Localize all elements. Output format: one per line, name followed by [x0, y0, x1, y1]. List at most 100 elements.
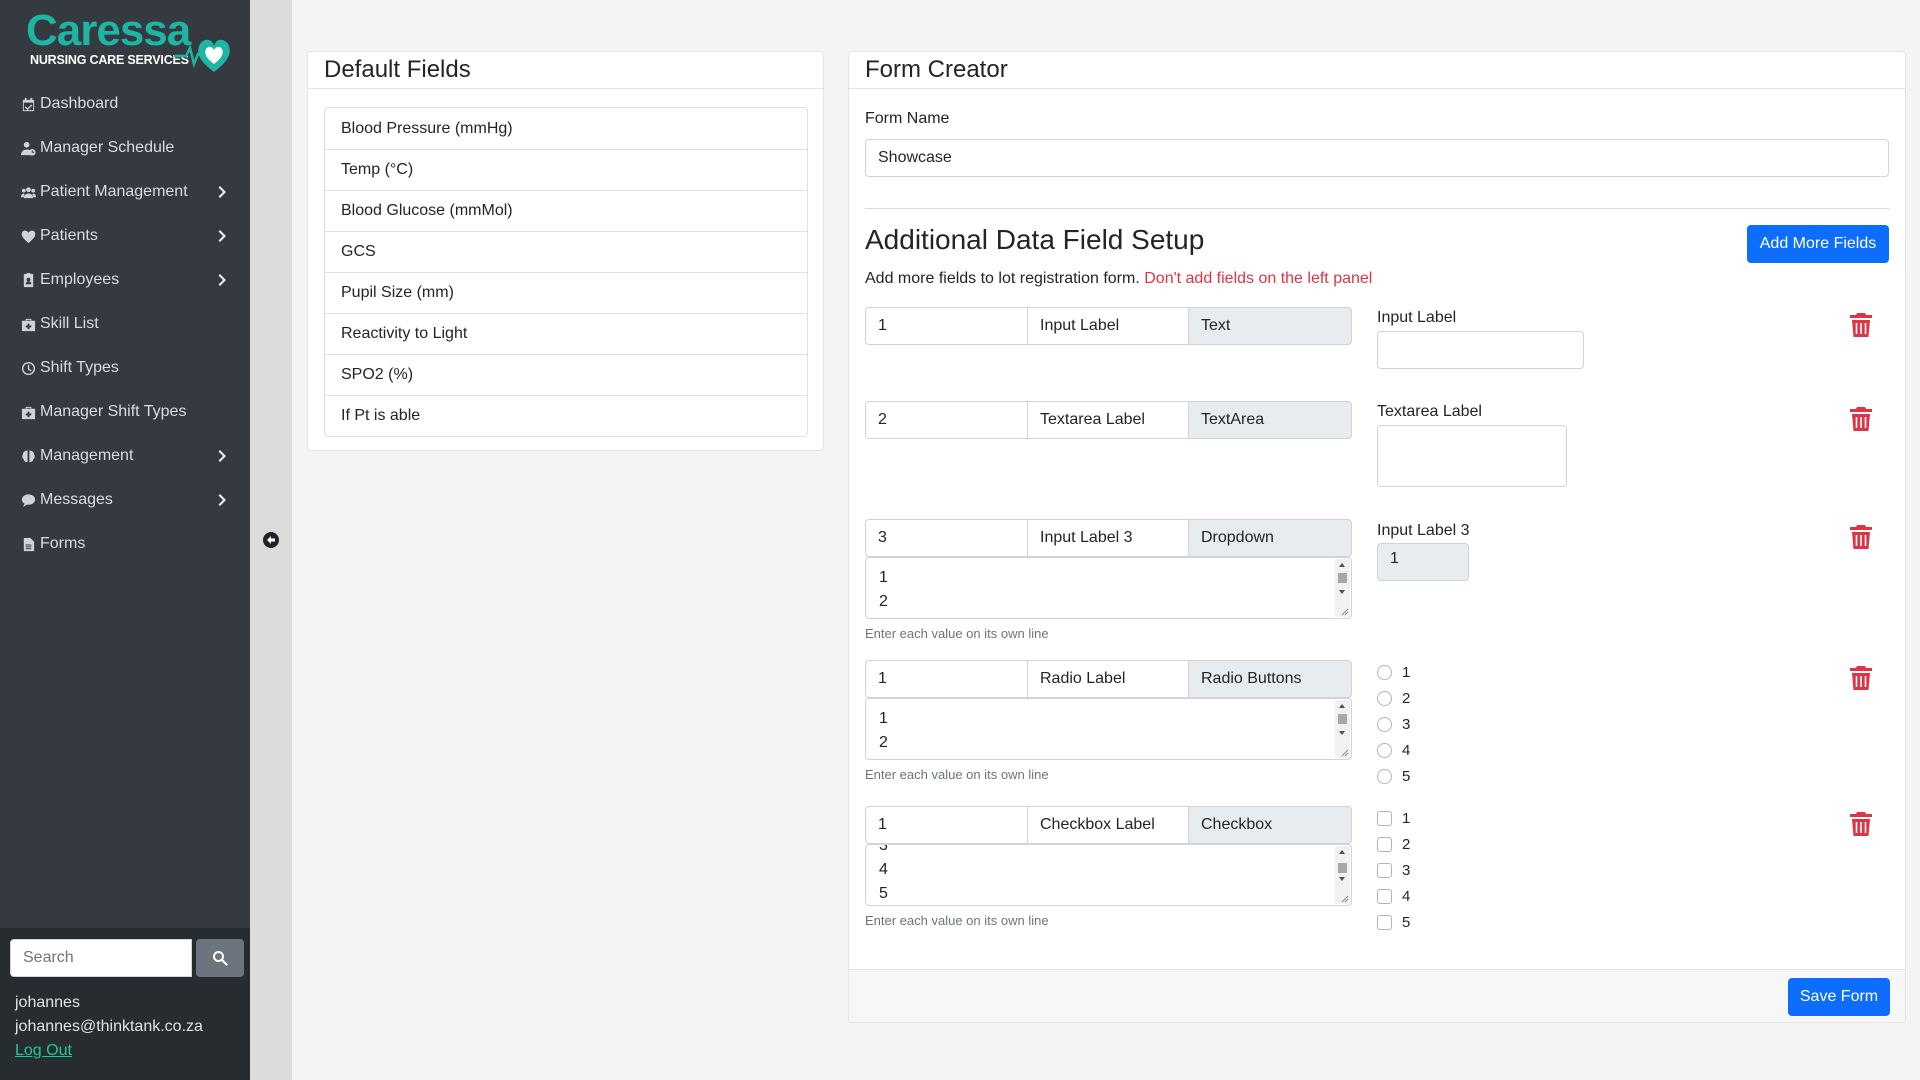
form-name-input[interactable] [865, 139, 1889, 177]
save-form-button[interactable]: Save Form [1788, 978, 1890, 1016]
checkbox-label: 3 [1402, 861, 1411, 879]
delete-field-5-button[interactable] [1849, 811, 1873, 837]
checkbox-label: 4 [1402, 887, 1411, 905]
brand-name: Caressa [26, 6, 191, 55]
preview-checkbox[interactable]: 3 [1377, 860, 1410, 880]
preview-checkbox[interactable]: 1 [1377, 808, 1410, 828]
sidebar-item-label: Patients [40, 227, 98, 244]
option-line: 1 [879, 710, 888, 727]
sidebar-nav: Dashboard Manager Schedule Patient Manag… [0, 82, 250, 566]
search-button[interactable] [196, 939, 244, 977]
radio-icon[interactable] [1377, 690, 1392, 706]
field-type-select[interactable]: TextArea [1188, 401, 1352, 439]
field-type-select[interactable]: Checkbox [1188, 806, 1352, 844]
delete-field-2-button[interactable] [1849, 406, 1873, 432]
sidebar-item-label: Messages [40, 491, 113, 508]
preview-radio[interactable]: 4 [1377, 740, 1410, 760]
sidebar-item-skill-list[interactable]: Skill List [0, 302, 250, 346]
field-label-input[interactable]: Radio Label [1027, 660, 1189, 698]
chevron-right-icon [218, 229, 230, 243]
preview-radio[interactable]: 2 [1377, 688, 1410, 708]
checkbox-icon[interactable] [1377, 862, 1392, 878]
list-item: If Pt is able [325, 395, 807, 436]
sidebar-item-label: Dashboard [40, 95, 119, 112]
radio-icon[interactable] [1377, 768, 1392, 784]
checkbox-icon[interactable] [1377, 810, 1392, 826]
field-label-input[interactable]: Checkbox Label [1027, 806, 1189, 844]
medkit-icon [20, 316, 36, 332]
delete-field-4-button[interactable] [1849, 665, 1873, 691]
field-type-select[interactable]: Radio Buttons [1188, 660, 1352, 698]
preview-radio[interactable]: 5 [1377, 766, 1410, 786]
field-order-input[interactable]: 2 [865, 401, 1028, 439]
clock-icon [20, 360, 36, 376]
preview-checkbox[interactable]: 4 [1377, 886, 1410, 906]
sidebar-item-shift-types[interactable]: Shift Types [0, 346, 250, 390]
collapse-sidebar-button[interactable] [263, 532, 279, 548]
field-order-input[interactable]: 3 [865, 519, 1028, 557]
preview-text-input[interactable] [1377, 331, 1584, 369]
field-order-input[interactable]: 1 [865, 307, 1028, 345]
field-type-select[interactable]: Text [1188, 307, 1352, 345]
field-label-input[interactable]: Input Label [1027, 307, 1189, 345]
field-row-1: 1 Input Label Text [865, 307, 1352, 345]
resize-grip-icon[interactable] [1339, 606, 1349, 616]
checkbox-icon[interactable] [1377, 914, 1392, 930]
resize-grip-icon[interactable] [1339, 893, 1349, 903]
field-row-2: 2 Textarea Label TextArea [865, 401, 1352, 439]
preview-radio[interactable]: 3 [1377, 714, 1410, 734]
preview-radio[interactable]: 1 [1377, 662, 1410, 682]
sidebar-item-employees[interactable]: Employees [0, 258, 250, 302]
user-name: johannes [15, 994, 80, 1011]
radio-label: 4 [1402, 741, 1411, 759]
brain-icon [20, 448, 36, 464]
resize-grip-icon[interactable] [1339, 747, 1349, 757]
field-order-input[interactable]: 1 [865, 806, 1028, 844]
sidebar-item-patient-management[interactable]: Patient Management [0, 170, 250, 214]
sidebar-item-forms[interactable]: Forms [0, 522, 250, 566]
field-label-input[interactable]: Textarea Label [1027, 401, 1189, 439]
sidebar-item-dashboard[interactable]: Dashboard [0, 82, 250, 126]
checkbox-icon[interactable] [1377, 888, 1392, 904]
field-type-select[interactable]: Dropdown [1188, 519, 1352, 557]
preview-label: Textarea Label [1377, 403, 1482, 420]
search-input[interactable] [10, 939, 192, 977]
list-item: SPO2 (%) [325, 354, 807, 395]
preview-dropdown[interactable]: 1 [1377, 543, 1469, 581]
form-name-label: Form Name [865, 110, 950, 127]
checkbox-icon[interactable] [1377, 836, 1392, 852]
delete-field-1-button[interactable] [1849, 312, 1873, 338]
radio-icon[interactable] [1377, 664, 1392, 680]
field-order-input[interactable]: 1 [865, 660, 1028, 698]
brand-logo[interactable]: Caressa NURSING CARE SERVICES [24, 6, 230, 74]
file-icon [20, 536, 36, 552]
default-fields-title: Default Fields [324, 56, 471, 83]
delete-field-3-button[interactable] [1849, 524, 1873, 550]
preview-checkbox[interactable]: 5 [1377, 912, 1410, 932]
sidebar-item-manager-schedule[interactable]: Manager Schedule [0, 126, 250, 170]
sidebar-item-manager-shift-types[interactable]: Manager Shift Types [0, 390, 250, 434]
preview-checkbox[interactable]: 2 [1377, 834, 1410, 854]
sidebar-item-management[interactable]: Management [0, 434, 250, 478]
card-footer: Save Form [849, 969, 1905, 1022]
section-title: Additional Data Field Setup [865, 224, 1205, 255]
add-more-fields-button[interactable]: Add More Fields [1747, 225, 1889, 263]
search-icon [213, 951, 228, 966]
options-textarea[interactable]: 1 2 [865, 698, 1352, 760]
sidebar-item-messages[interactable]: Messages [0, 478, 250, 522]
option-help-text: Enter each value on its own line [865, 626, 1049, 641]
sidebar: Caressa NURSING CARE SERVICES Dashboard … [0, 0, 250, 1080]
preview-label: Input Label [1377, 309, 1457, 326]
options-textarea[interactable]: 1 2 [865, 557, 1352, 619]
preview-textarea[interactable] [1377, 425, 1567, 487]
comment-icon [20, 492, 36, 508]
medkit-icon [20, 404, 36, 420]
radio-icon[interactable] [1377, 742, 1392, 758]
radio-icon[interactable] [1377, 716, 1392, 732]
form-creator-card: Form Creator Form Name Additional Data F… [848, 51, 1906, 1023]
sidebar-item-patients[interactable]: Patients [0, 214, 250, 258]
sidebar-item-label: Management [40, 447, 134, 464]
logout-link[interactable]: Log Out [15, 1042, 72, 1060]
options-textarea[interactable]: 3 4 5 [865, 844, 1352, 906]
field-label-input[interactable]: Input Label 3 [1027, 519, 1189, 557]
